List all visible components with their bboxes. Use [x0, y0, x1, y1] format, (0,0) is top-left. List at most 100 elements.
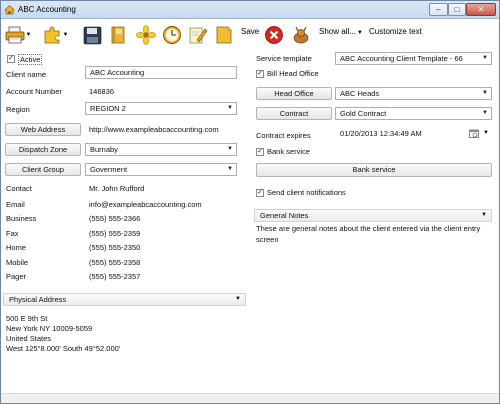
dispatch-zone-value: Burnaby: [90, 145, 118, 154]
contact-label: Contact: [6, 184, 32, 193]
note-icon: [214, 25, 234, 45]
print-button[interactable]: ▼: [5, 22, 31, 48]
contract-value: Gold Contract: [340, 109, 387, 118]
mobile-phone-value: (555) 555-2358: [89, 258, 141, 267]
contract-expires-value: 01/20/2013 12:34:49 AM: [340, 129, 422, 138]
client-group-value: Goverment: [90, 165, 128, 174]
chevron-down-icon: ▼: [356, 30, 363, 36]
chevron-down-icon: ▼: [482, 90, 488, 96]
address-line: United States: [6, 334, 52, 343]
web-address-button[interactable]: Web Address: [5, 123, 81, 136]
chevron-down-icon: ▼: [483, 130, 489, 136]
home-phone-value: (555) 555-2350: [89, 243, 141, 252]
address-line: New York NY 10009-5059: [6, 324, 93, 333]
service-template-label: Service template: [256, 54, 312, 63]
bank-service-label: Bank service: [267, 147, 310, 156]
chevron-down-icon: ▼: [235, 296, 241, 302]
book-button[interactable]: [107, 22, 129, 48]
save-disk-button[interactable]: [81, 22, 103, 48]
customize-text-button[interactable]: Customize text: [369, 27, 422, 36]
toolbar: ▼ ▼ Save Show all...▼ Customize text: [1, 19, 499, 49]
business-phone-label: Business: [6, 214, 37, 223]
email-label: Email: [6, 200, 25, 209]
address-coordinates: West 125°8.000' South 49°52.000': [6, 344, 121, 353]
home-icon: [4, 4, 15, 15]
pager-label: Pager: [6, 272, 27, 281]
client-name-input[interactable]: ABC Accounting: [85, 66, 237, 79]
book-icon: [109, 25, 128, 45]
close-button[interactable]: ✕: [466, 3, 496, 16]
title-bar: ABC Accounting – □ ✕: [1, 1, 499, 19]
region-select[interactable]: REGION 2 ▼: [85, 102, 237, 115]
chevron-down-icon: ▼: [482, 110, 488, 116]
contact-value: Mr. John Rufford: [89, 184, 145, 193]
active-checkbox[interactable]: ✓: [7, 55, 15, 63]
chevron-down-icon: ▼: [481, 212, 487, 218]
physical-address-header[interactable]: Physical Address ▼: [3, 293, 246, 306]
fax-value: (555) 555-2359: [89, 229, 141, 238]
save-button[interactable]: Save: [241, 27, 259, 36]
chevron-down-icon: ▼: [482, 55, 488, 61]
contract-select[interactable]: Gold Contract ▼: [335, 107, 492, 120]
dispatch-zone-select[interactable]: Burnaby ▼: [85, 143, 237, 156]
chevron-down-icon: ▼: [62, 32, 69, 38]
chevron-down-icon: ▼: [227, 146, 233, 152]
maximize-button[interactable]: □: [448, 3, 466, 16]
fax-label: Fax: [6, 229, 19, 238]
flower-icon: [136, 25, 156, 45]
general-notes-label: General Notes: [260, 211, 309, 220]
clock-icon: [162, 25, 182, 45]
service-template-value: ABC Accounting Client Template - 66: [340, 54, 463, 63]
client-group-button[interactable]: Client Group: [5, 163, 81, 176]
bottom-edge: [1, 393, 499, 403]
email-value[interactable]: info@exampleabcaccounting.com: [89, 200, 202, 209]
bill-head-office-checkbox[interactable]: ✓: [256, 70, 264, 78]
contract-expires-label: Contract expires: [256, 131, 311, 140]
business-phone-value: (555) 555-2366: [89, 214, 141, 223]
account-number-label: Account Number: [6, 87, 62, 96]
region-label: Region: [6, 105, 30, 114]
active-label: Active: [18, 54, 43, 65]
plugins-button[interactable]: ▼: [41, 22, 69, 48]
clock-button[interactable]: [161, 22, 183, 48]
window-title: ABC Accounting: [18, 5, 76, 14]
contract-expires-picker[interactable]: 01/20/2013 12:34:49 AM ▼: [335, 127, 492, 140]
show-all-dropdown[interactable]: Show all...▼: [319, 27, 363, 36]
send-notifications-label: Send client notifications: [267, 188, 346, 197]
physical-address-label: Physical Address: [9, 295, 67, 304]
service-template-select[interactable]: ABC Accounting Client Template - 66 ▼: [335, 52, 492, 65]
client-group-select[interactable]: Goverment ▼: [85, 163, 237, 176]
edit-button[interactable]: [187, 22, 209, 48]
bank-service-checkbox[interactable]: ✓: [256, 148, 264, 156]
contract-button[interactable]: Contract: [256, 107, 332, 120]
web-address-value[interactable]: http://www.exampleabcaccounting.com: [89, 125, 219, 134]
account-number-value: 146836: [89, 87, 115, 96]
bill-head-office-label: Bill Head Office: [267, 69, 319, 78]
pager-value: (555) 555-2357: [89, 272, 141, 281]
chevron-down-icon: ▼: [227, 166, 233, 172]
head-office-select[interactable]: ABC Heads ▼: [335, 87, 492, 100]
bank-service-button[interactable]: Bank service: [256, 163, 492, 177]
dispatch-zone-button[interactable]: Dispatch Zone: [5, 143, 81, 156]
send-notifications-checkbox[interactable]: ✓: [256, 189, 264, 197]
head-office-value: ABC Heads: [340, 89, 380, 98]
stop-button[interactable]: [263, 22, 285, 48]
save-disk-icon: [83, 26, 102, 45]
address-line: 500 E 9th St: [6, 314, 48, 323]
calendar-icon[interactable]: [469, 129, 479, 139]
mobile-phone-label: Mobile: [6, 258, 29, 267]
deer-button[interactable]: [289, 22, 313, 48]
edit-icon: [188, 25, 208, 45]
stop-icon: [264, 25, 284, 45]
general-notes-text[interactable]: These are general notes about the client…: [256, 223, 492, 245]
printer-icon: [5, 26, 25, 44]
home-phone-label: Home: [6, 243, 27, 252]
region-value: REGION 2: [90, 104, 126, 113]
chevron-down-icon: ▼: [25, 32, 32, 38]
flower-button[interactable]: [135, 22, 157, 48]
puzzle-icon: [42, 25, 62, 45]
head-office-button[interactable]: Head Office: [256, 87, 332, 100]
minimize-button[interactable]: –: [429, 3, 448, 16]
general-notes-header[interactable]: General Notes ▼: [254, 209, 492, 222]
note-button[interactable]: [213, 22, 235, 48]
